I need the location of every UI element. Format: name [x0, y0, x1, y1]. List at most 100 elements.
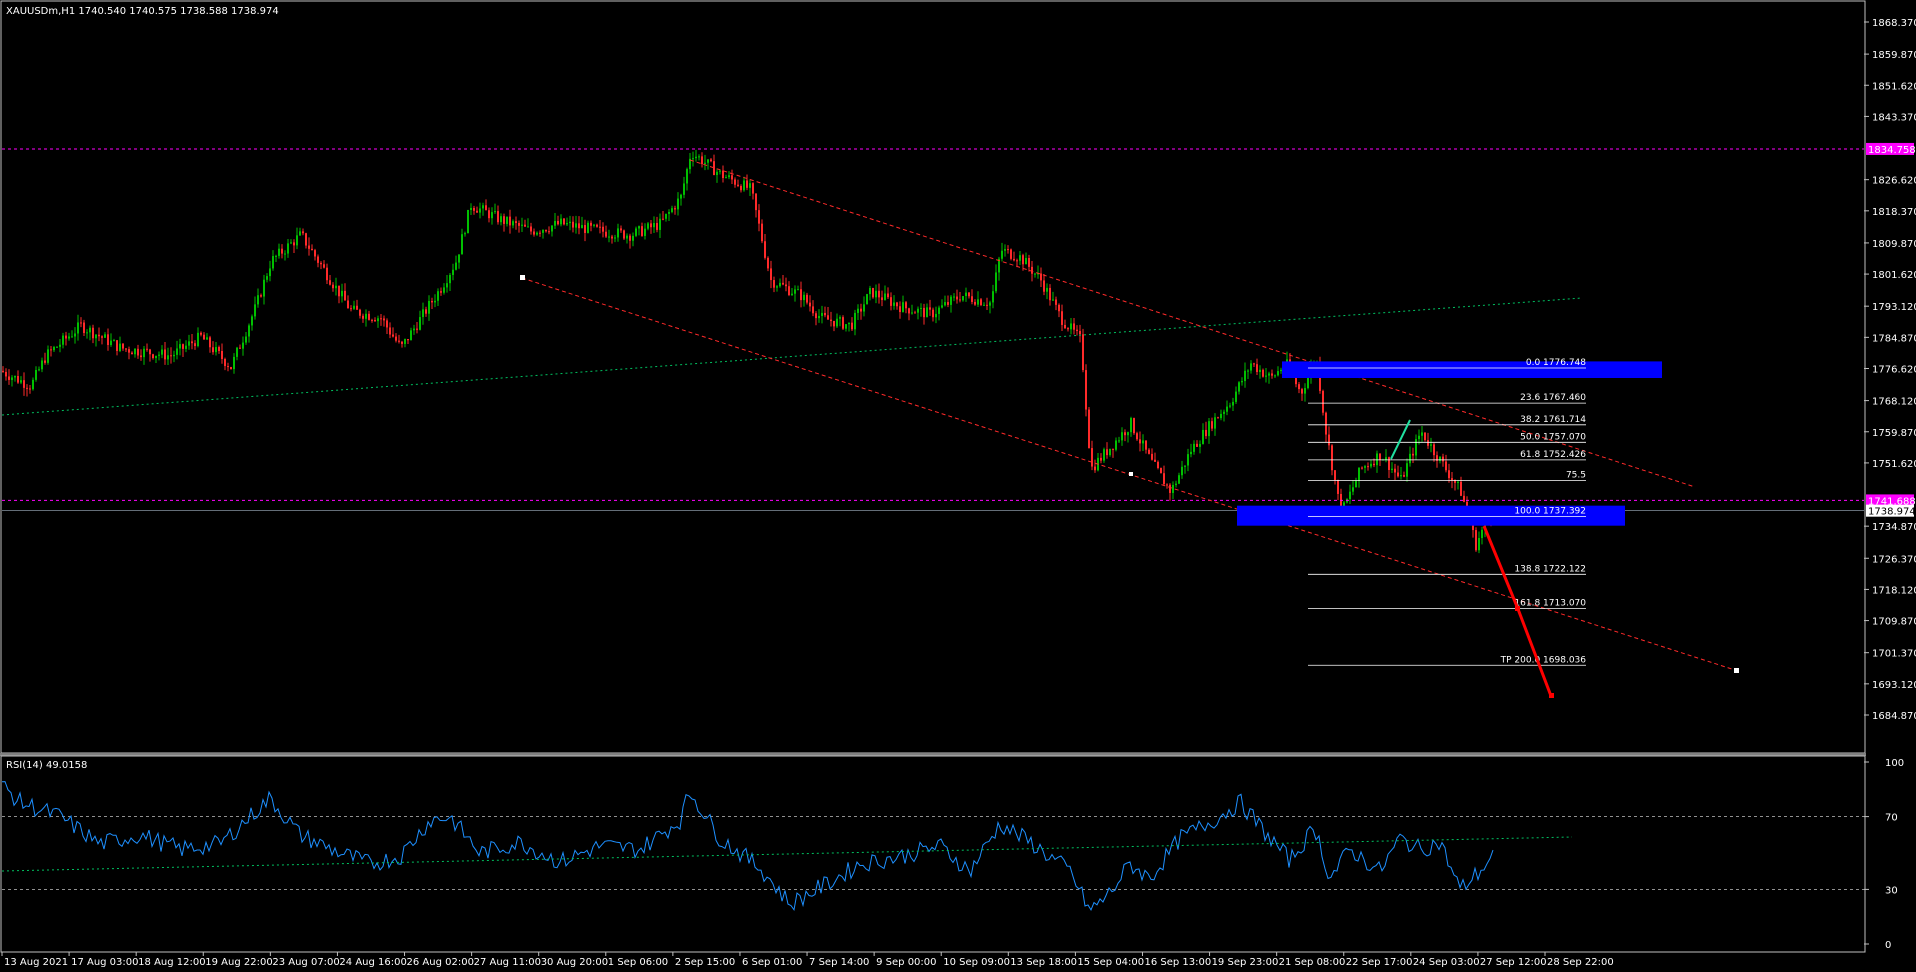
- rsi-axis-label: 30: [1885, 885, 1898, 896]
- candle-body: [1022, 255, 1024, 265]
- candle-body: [437, 291, 439, 301]
- trading-chart[interactable]: 0.0 1776.748 23.6 1767.460 38.2 1761.714 50…: [0, 0, 1916, 972]
- arrow-point[interactable]: [1515, 606, 1520, 611]
- candle-body: [1202, 429, 1204, 444]
- candle-body: [638, 226, 640, 229]
- candle-body: [254, 304, 256, 317]
- candle-body: [173, 354, 175, 357]
- candle-body: [644, 228, 646, 236]
- candle-body: [407, 339, 409, 341]
- candle-body: [200, 332, 202, 335]
- candle-body: [698, 156, 700, 158]
- candle-body: [839, 317, 841, 319]
- fib-level-label: 61.8 1752.426: [1520, 450, 1586, 460]
- time-label: 15 Sep 04:00: [1077, 957, 1144, 968]
- candle-body: [98, 334, 100, 337]
- candle-body: [794, 289, 796, 294]
- candle-body: [1112, 448, 1114, 450]
- candle-body: [95, 334, 97, 339]
- candle-body: [581, 225, 583, 229]
- candle-body: [422, 309, 424, 318]
- candle-body: [536, 232, 538, 235]
- channel-anchor-point[interactable]: [1734, 668, 1739, 673]
- candle-body: [1214, 417, 1216, 429]
- candle-body: [269, 268, 271, 277]
- candle-body: [413, 328, 415, 331]
- supply-zone[interactable]: [1282, 361, 1662, 378]
- candle-body: [1379, 453, 1381, 460]
- candle-body: [602, 226, 604, 232]
- candle-body: [17, 375, 19, 383]
- candle-body: [1142, 440, 1144, 444]
- candle-body: [1091, 448, 1093, 467]
- candle-body: [518, 222, 520, 226]
- candle-body: [278, 248, 280, 256]
- candle-body: [164, 349, 166, 360]
- price-label: 1734.870: [1872, 522, 1916, 533]
- candle-body: [542, 230, 544, 233]
- candle-body: [461, 234, 463, 255]
- candle-body: [608, 236, 610, 238]
- rsi-info: RSI(14) 49.0158: [6, 760, 87, 771]
- candle-body: [227, 366, 229, 368]
- candle-body: [1448, 470, 1450, 479]
- candle-body: [1010, 249, 1012, 259]
- candle-body: [296, 235, 298, 246]
- candle-body: [587, 222, 589, 233]
- candle-body: [11, 377, 13, 380]
- candle-body: [686, 169, 688, 184]
- candle-body: [1244, 370, 1246, 382]
- candle-body: [116, 340, 118, 351]
- candle-body: [119, 343, 121, 351]
- candle-body: [1208, 421, 1210, 437]
- candle-body: [668, 212, 670, 214]
- candle-body: [1271, 373, 1273, 376]
- price-label: 1809.870: [1872, 239, 1916, 250]
- candle-body: [365, 313, 367, 319]
- anchor-point[interactable]: [1129, 472, 1133, 476]
- candle-body: [1235, 391, 1237, 402]
- candle-body: [1433, 444, 1435, 456]
- candle-body: [137, 348, 139, 356]
- time-label: 27 Sep 12:00: [1480, 957, 1547, 968]
- candle-body: [560, 218, 562, 225]
- candle-body: [404, 339, 406, 344]
- candle-body: [659, 218, 661, 230]
- candle-body: [236, 347, 238, 357]
- candle-body: [836, 318, 838, 327]
- channel-anchor-point[interactable]: [520, 275, 525, 280]
- candle-body: [215, 347, 217, 353]
- candle-body: [368, 313, 370, 320]
- time-label: 23 Aug 07:00: [272, 957, 339, 968]
- rsi-panel[interactable]: [0, 755, 1866, 953]
- candle-body: [785, 284, 787, 287]
- candle-body: [722, 170, 724, 179]
- candle-body: [911, 312, 913, 314]
- price-label: 1726.370: [1872, 554, 1916, 565]
- price-label: 1868.370: [1872, 18, 1916, 29]
- time-label: 2 Sep 15:00: [675, 957, 735, 968]
- candle-body: [1163, 473, 1165, 485]
- candle-body: [1238, 382, 1240, 392]
- candle-body: [8, 376, 10, 380]
- candle-body: [653, 223, 655, 228]
- fib-level-label: 75.5: [1566, 470, 1586, 480]
- arrow-point[interactable]: [1549, 693, 1554, 698]
- candle-body: [1073, 323, 1075, 330]
- candle-body: [113, 340, 115, 342]
- candle-body: [863, 304, 865, 312]
- candle-body: [926, 307, 928, 318]
- candle-body: [245, 336, 247, 343]
- candle-body: [731, 175, 733, 180]
- candle-body: [902, 302, 904, 313]
- candle-body: [104, 334, 106, 338]
- candle-body: [974, 301, 976, 305]
- candle-body: [1331, 445, 1333, 471]
- candle-body: [788, 286, 790, 295]
- candle-body: [557, 220, 559, 225]
- candle-body: [134, 348, 136, 355]
- candle-body: [1355, 480, 1357, 488]
- candle-body: [161, 349, 163, 355]
- candle-body: [389, 327, 391, 335]
- candle-body: [1481, 529, 1483, 539]
